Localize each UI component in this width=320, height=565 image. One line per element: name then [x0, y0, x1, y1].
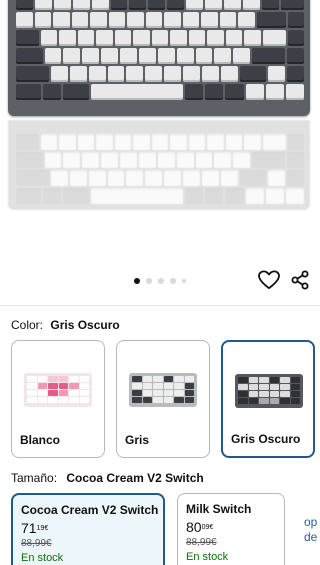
- carousel-dot[interactable]: [158, 278, 164, 284]
- share-icon[interactable]: [290, 270, 310, 290]
- more-options-link[interactable]: op de: [304, 515, 317, 545]
- color-option-label: Gris Oscuro: [231, 432, 301, 446]
- keyboard-thumbnail-gray: [129, 373, 197, 407]
- size-selected-value: Cocoa Cream V2 Switch: [66, 471, 204, 485]
- color-options: Blanco Gris Gris Oscuro: [11, 340, 315, 458]
- price: 7119€: [21, 520, 49, 536]
- color-selected-value: Gris Oscuro: [50, 318, 120, 332]
- color-option-gris[interactable]: Gris: [116, 340, 210, 458]
- price: 8009€: [186, 519, 214, 535]
- size-option-title: Milk Switch: [186, 502, 252, 516]
- carousel-dot[interactable]: [170, 278, 176, 284]
- carousel-dot[interactable]: [182, 279, 186, 283]
- size-option-title: Cocoa Cream V2 Switch: [21, 503, 159, 517]
- color-option-blanco[interactable]: Blanco: [11, 340, 105, 458]
- size-option-milk-switch[interactable]: Milk Switch 8009€ 88,99€ En stock: [177, 493, 285, 565]
- was-price: 88,99€: [21, 538, 52, 549]
- size-options: Cocoa Cream V2 Switch 7119€ 88,99€ En st…: [11, 493, 285, 565]
- carousel-dot-active[interactable]: [134, 278, 140, 284]
- size-label: Tamaño:: [11, 471, 58, 485]
- availability: En stock: [21, 552, 64, 564]
- keyboard-reflection: [8, 120, 310, 210]
- color-option-gris-oscuro[interactable]: Gris Oscuro: [221, 340, 315, 458]
- keyboard-thumbnail-white: [24, 373, 92, 407]
- heart-icon[interactable]: [258, 270, 280, 290]
- was-price: 88,99€: [186, 537, 217, 548]
- product-image[interactable]: [0, 0, 320, 262]
- keyboard-image: [8, 0, 310, 116]
- keyboard-thumbnail-dark-gray: [235, 374, 303, 408]
- section-divider: [0, 305, 320, 306]
- color-option-label: Gris: [125, 433, 150, 447]
- size-heading: Tamaño: Cocoa Cream V2 Switch: [11, 471, 204, 485]
- carousel-dot[interactable]: [146, 278, 152, 284]
- color-option-label: Blanco: [20, 433, 61, 447]
- color-label: Color:: [11, 318, 44, 332]
- size-option-cocoa-cream[interactable]: Cocoa Cream V2 Switch 7119€ 88,99€ En st…: [11, 493, 165, 565]
- availability: En stock: [186, 551, 229, 563]
- color-heading: Color: Gris Oscuro: [11, 318, 120, 332]
